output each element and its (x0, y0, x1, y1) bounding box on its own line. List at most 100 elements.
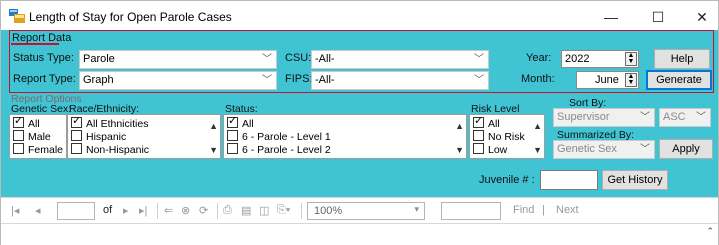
summarized-by-select[interactable]: Genetic Sex ﹀ (553, 140, 655, 159)
checkbox[interactable] (71, 143, 82, 154)
chevron-down-icon: ﹀ (262, 54, 272, 65)
list-item[interactable]: Low (473, 143, 507, 156)
find-link[interactable]: Find (513, 204, 534, 216)
generate-button[interactable]: Generate (646, 70, 712, 90)
first-page-icon[interactable]: |◂ (11, 204, 19, 217)
checkbox[interactable] (13, 130, 24, 141)
list-item[interactable]: No Risk (473, 130, 525, 143)
report-content-area: ⌃ (1, 224, 718, 245)
apply-button[interactable]: Apply (659, 139, 713, 159)
print-icon[interactable]: ⎙ (223, 204, 232, 217)
status-type-select[interactable]: Parole ﹀ (79, 50, 277, 69)
toolbar-separator (301, 203, 302, 219)
previous-page-icon[interactable]: ◂ (35, 204, 41, 217)
csu-select[interactable]: -All- ﹀ (311, 50, 489, 69)
window-title: Length of Stay for Open Parole Cases (29, 10, 232, 24)
scroll-up-icon[interactable]: ▲ (455, 121, 464, 131)
list-item[interactable]: Female (13, 143, 63, 156)
csu-value: -All- (315, 53, 335, 65)
report-viewer-toolbar: |◂ ◂ of ▸ ▸| ⇐ ⊗ ⟳ ⎙ ▤ ◫ ⎘▾ 100% ▾ Find … (1, 197, 718, 224)
list-item[interactable]: All (13, 115, 40, 130)
list-item[interactable]: All (227, 115, 254, 130)
report-type-label: Report Type: (13, 73, 76, 85)
report-data-underline (11, 43, 59, 45)
status-type-value: Parole (83, 53, 115, 65)
checkbox[interactable] (227, 115, 238, 128)
chevron-down-icon: ﹀ (474, 54, 484, 65)
checkbox[interactable] (473, 143, 484, 154)
export-icon[interactable]: ⎘▾ (277, 204, 290, 217)
last-page-icon[interactable]: ▸| (139, 204, 147, 217)
juvenile-number-input[interactable] (540, 170, 598, 190)
chevron-down-icon: ﹀ (262, 75, 272, 86)
find-input[interactable] (441, 202, 501, 220)
app-icon (9, 9, 25, 23)
year-value: 2022 (565, 53, 590, 65)
report-type-value: Graph (83, 74, 114, 86)
year-label: Year: (526, 52, 552, 64)
checkbox[interactable] (227, 130, 238, 141)
list-item[interactable]: Male (13, 130, 51, 143)
refresh-icon[interactable]: ⟳ (199, 204, 208, 217)
fips-select[interactable]: -All- ﹀ (311, 71, 489, 90)
spinner-arrows-icon[interactable]: ▲ ▼ (625, 52, 637, 66)
window-client-area: Report Data Status Type: Parole ﹀ Report… (0, 30, 719, 245)
find-next-separator: | (542, 204, 545, 216)
chevron-down-icon: ▾ (414, 204, 419, 214)
scroll-down-icon[interactable]: ▼ (455, 145, 464, 155)
summarized-by-value: Genetic Sex (557, 143, 617, 155)
minimize-button[interactable]: — (596, 7, 626, 27)
page-setup-icon[interactable]: ◫ (259, 204, 269, 217)
checkbox[interactable] (227, 143, 238, 154)
toolbar-separator (157, 203, 158, 219)
checkbox[interactable] (473, 130, 484, 141)
fips-value: -All- (315, 74, 335, 86)
stop-icon[interactable]: ⊗ (181, 204, 190, 217)
get-history-button[interactable]: Get History (602, 170, 668, 190)
sort-order-select[interactable]: ASC ﹀ (659, 108, 711, 127)
chevron-down-icon: ﹀ (640, 112, 650, 123)
list-item[interactable]: All Ethnicities (71, 115, 148, 130)
next-link[interactable]: Next (556, 204, 579, 216)
checkbox[interactable] (13, 143, 24, 154)
sort-order-value: ASC (663, 111, 686, 123)
race-ethnicity-list[interactable]: All Ethnicities Hispanic Non-Hispanic ▲ … (67, 114, 221, 159)
list-item[interactable]: Hispanic (71, 130, 126, 143)
print-layout-icon[interactable]: ▤ (241, 204, 251, 217)
help-button[interactable]: Help (654, 49, 710, 69)
scroll-up-icon[interactable]: ▲ (533, 121, 542, 131)
scroll-up-icon[interactable]: ⌃ (706, 226, 714, 237)
risk-level-list[interactable]: All No Risk Low ▲ ▼ (469, 114, 545, 159)
year-spinner[interactable]: 2022 ▲ ▼ (561, 50, 639, 68)
checkbox[interactable] (13, 115, 24, 128)
checkbox[interactable] (473, 115, 484, 128)
sort-by-value: Supervisor (557, 111, 610, 123)
list-item[interactable]: 6 - Parole - Level 1 (227, 130, 331, 143)
close-button[interactable]: ✕ (687, 7, 717, 27)
back-icon[interactable]: ⇐ (164, 204, 173, 217)
list-item[interactable]: All (473, 115, 500, 130)
chevron-down-icon: ﹀ (640, 144, 650, 155)
status-type-label: Status Type: (13, 52, 74, 64)
next-page-icon[interactable]: ▸ (123, 204, 129, 217)
checkbox[interactable] (71, 115, 82, 128)
list-item[interactable]: 6 - Parole - Level 2 (227, 143, 331, 156)
month-spinner[interactable]: June ▲ ▼ (576, 71, 639, 89)
page-number-input[interactable] (57, 202, 95, 220)
chevron-down-icon: ﹀ (474, 75, 484, 86)
fips-label: FIPS: (285, 73, 313, 85)
of-label: of (103, 204, 113, 216)
csu-label: CSU: (285, 52, 312, 64)
scroll-down-icon[interactable]: ▼ (209, 145, 218, 155)
status-list[interactable]: All 6 - Parole - Level 1 6 - Parole - Le… (223, 114, 467, 159)
spinner-arrows-icon[interactable]: ▲ ▼ (625, 73, 637, 87)
list-item[interactable]: Non-Hispanic (71, 143, 149, 156)
zoom-select[interactable]: 100% ▾ (307, 202, 425, 220)
checkbox[interactable] (71, 130, 82, 141)
maximize-button[interactable]: ☐ (643, 7, 673, 27)
genetic-sex-list[interactable]: All Male Female (9, 114, 67, 159)
scroll-up-icon[interactable]: ▲ (209, 121, 218, 131)
sort-by-select[interactable]: Supervisor ﹀ (553, 108, 655, 127)
report-type-select[interactable]: Graph ﹀ (79, 71, 277, 90)
scroll-down-icon[interactable]: ▼ (533, 145, 542, 155)
